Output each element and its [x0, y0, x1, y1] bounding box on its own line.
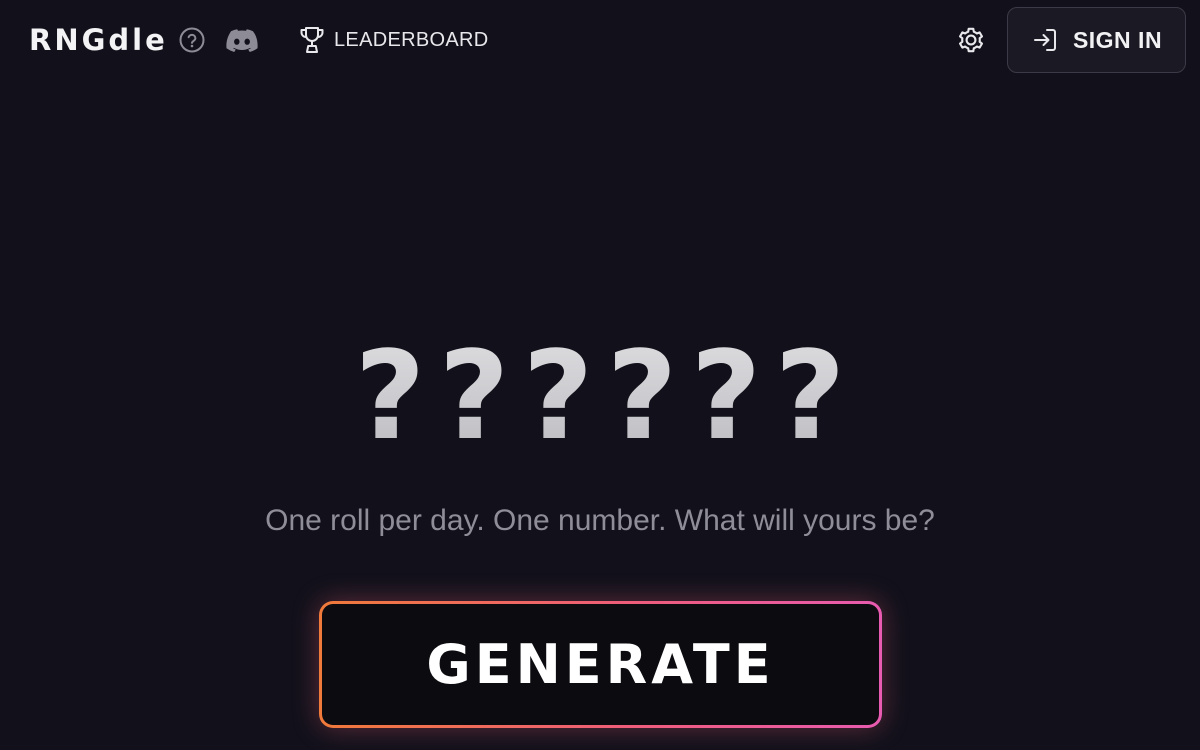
login-arrow-icon — [1033, 29, 1056, 51]
digit-slot: ? — [349, 335, 431, 457]
digit-slot: ? — [433, 335, 515, 457]
discord-icon — [226, 29, 258, 52]
leaderboard-link[interactable]: LEADERBOARD — [298, 24, 488, 56]
generate-button[interactable]: GENERATE — [319, 601, 882, 728]
leaderboard-label: LEADERBOARD — [334, 28, 489, 51]
app-root: RNGdle LEADERBOARD SIGN IN ? ? ? ? ? ? O… — [0, 0, 1200, 750]
digit-slot: ? — [769, 335, 851, 457]
sign-in-button[interactable]: SIGN IN — [1007, 7, 1186, 73]
help-circle-icon — [179, 27, 205, 53]
settings-button[interactable] — [956, 25, 986, 55]
number-display: ? ? ? ? ? ? — [0, 335, 1200, 457]
digit-slot: ? — [601, 335, 683, 457]
app-logo[interactable]: RNGdle — [29, 22, 168, 58]
trophy-icon — [300, 27, 324, 53]
sign-in-label: SIGN IN — [1072, 26, 1163, 53]
top-nav: RNGdle LEADERBOARD SIGN IN — [0, 0, 1200, 80]
digit-slot: ? — [685, 335, 767, 457]
gear-icon — [958, 27, 984, 53]
digit-slot: ? — [517, 335, 599, 457]
help-button[interactable] — [178, 26, 206, 54]
generate-label: GENERATE — [322, 604, 879, 725]
discord-button[interactable] — [226, 27, 258, 53]
tagline: One roll per day. One number. What will … — [265, 504, 935, 537]
